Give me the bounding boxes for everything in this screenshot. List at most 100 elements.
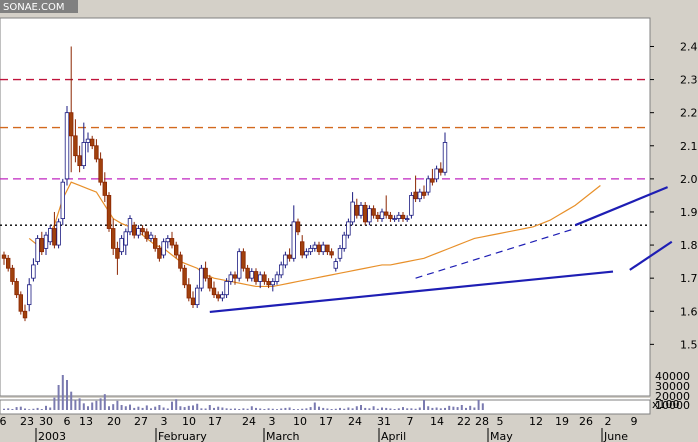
month-label: March — [266, 430, 300, 442]
candle-body — [211, 287, 217, 296]
chart-window: SONAE.COM 2.4 2.3 2.2 2.1 2.0 1.9 1.8 1.7 1.6 1.5… — [0, 0, 698, 442]
candle-body — [283, 254, 288, 266]
candle-body — [215, 294, 221, 299]
candle-body — [379, 211, 385, 219]
candle-body — [35, 238, 40, 263]
price-tick-label: 2.3 — [680, 74, 698, 87]
candle-body — [207, 277, 212, 289]
candle-body — [203, 267, 208, 279]
candle-body — [148, 234, 154, 239]
candle-body — [291, 221, 296, 259]
candle-body — [26, 284, 32, 306]
candle-body — [106, 195, 112, 229]
day-tick-label: 17 — [319, 415, 333, 428]
candle-body — [102, 181, 107, 196]
candle-body — [383, 211, 389, 216]
month-label: 2003 — [38, 430, 66, 442]
candle-body — [253, 271, 259, 282]
candle-body — [400, 214, 406, 219]
candle-body — [220, 294, 225, 299]
candle-body — [346, 221, 351, 236]
candle-body — [94, 145, 99, 160]
candle-body — [182, 267, 187, 286]
title-bar — [0, 0, 698, 18]
day-tick-label: 24 — [348, 415, 362, 428]
price-tick-label: 2.1 — [680, 140, 698, 153]
day-tick-label: 26 — [579, 415, 593, 428]
candle-body — [85, 138, 91, 143]
candle-body — [119, 238, 124, 253]
candle-body — [320, 244, 326, 253]
day-tick-label: 19 — [555, 415, 569, 428]
candle-body — [413, 191, 418, 200]
candle-body — [73, 135, 78, 157]
day-tick-label: 10 — [182, 415, 196, 428]
candle-body — [10, 267, 15, 282]
candle-body — [442, 142, 448, 173]
day-tick-label: 13 — [79, 415, 93, 428]
candle-body — [417, 191, 422, 200]
candle-body — [48, 228, 53, 243]
candle-body — [60, 181, 65, 219]
candle-body — [6, 257, 11, 269]
candle-body — [186, 284, 191, 299]
day-tick-label: 31 — [377, 415, 391, 428]
candle-body — [425, 178, 431, 193]
day-tick-label: 27 — [134, 415, 148, 428]
candle-body — [152, 238, 158, 249]
candle-body — [157, 247, 162, 259]
price-tick-label: 1.6 — [680, 305, 698, 318]
candle-body — [69, 112, 74, 137]
candle-body — [299, 241, 305, 256]
price-tick-label: 2.4 — [680, 40, 698, 53]
candle-body — [266, 281, 271, 286]
day-tick-label: 20 — [107, 415, 121, 428]
candle-body — [178, 254, 183, 269]
candle-body — [232, 274, 238, 279]
candle-body — [304, 251, 309, 256]
candle-body — [194, 287, 200, 306]
candle-body — [430, 178, 435, 183]
candle-body — [144, 231, 149, 239]
day-tick-label: 22 — [457, 415, 471, 428]
candle-body — [236, 251, 242, 279]
candle-body — [329, 251, 334, 256]
candle-body — [111, 228, 116, 249]
candle-body — [350, 201, 355, 223]
candle-body — [341, 234, 347, 249]
price-tick-label: 1.5 — [680, 338, 698, 351]
candle-body — [31, 264, 36, 279]
candle-body — [131, 224, 137, 236]
month-label: June — [603, 430, 628, 442]
candle-body — [274, 274, 280, 282]
candle-body — [316, 244, 322, 253]
price-volume-chart: SONAE.COM 2.4 2.3 2.2 2.1 2.0 1.9 1.8 1.7 1.6 1.5… — [0, 0, 698, 442]
candle-body — [140, 228, 145, 233]
candle-body — [39, 238, 44, 253]
candle-body — [375, 214, 380, 219]
price-tick-label: 2.0 — [680, 173, 698, 186]
candle-body — [43, 234, 49, 249]
day-tick-label: 17 — [208, 415, 222, 428]
candle-body — [249, 271, 254, 279]
candle-body — [52, 228, 57, 246]
day-tick-label: 6 — [0, 415, 7, 428]
candle-body — [127, 218, 133, 233]
day-tick-label: 10 — [293, 415, 307, 428]
candle-body — [14, 281, 19, 296]
candle-body — [308, 247, 313, 253]
volume-unit-label: x100 — [652, 398, 680, 411]
candle-body — [56, 221, 61, 246]
candle-body — [169, 238, 175, 246]
candle-body — [371, 208, 376, 216]
candle-body — [199, 267, 204, 289]
month-label: February — [158, 430, 207, 442]
candle-body — [64, 112, 70, 180]
candle-body — [295, 221, 301, 233]
candle-body — [22, 310, 28, 319]
candle-body — [81, 142, 86, 167]
candle-body — [241, 251, 246, 269]
candle-body — [333, 261, 338, 269]
candle-body — [421, 191, 427, 196]
day-tick-label: 2 — [605, 415, 612, 428]
